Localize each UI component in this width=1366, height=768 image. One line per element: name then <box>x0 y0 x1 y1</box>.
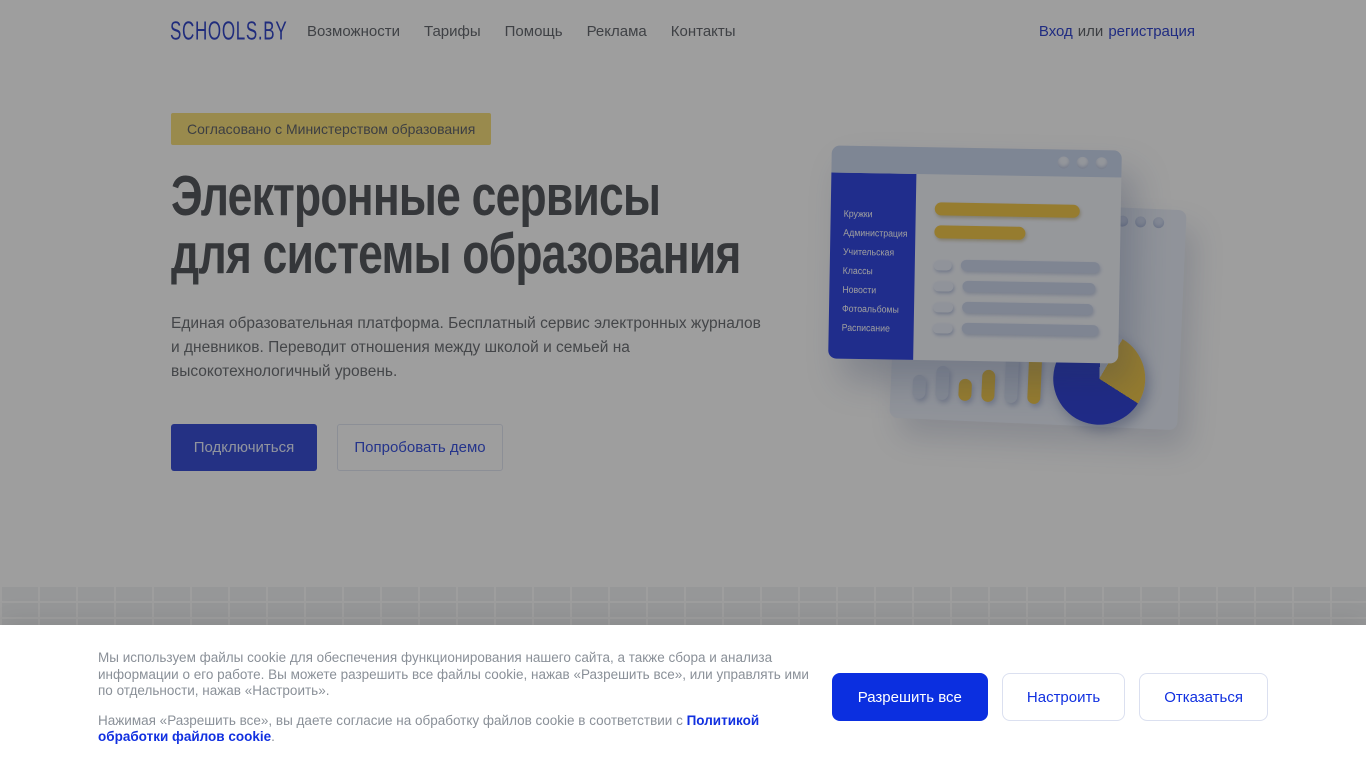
cookie-paragraph-1: Мы используем файлы cookie для обеспечен… <box>98 650 809 698</box>
cookie-consent-banner: Мы используем файлы cookie для обеспечен… <box>0 625 1366 768</box>
cookie-consent-text: Мы используем файлы cookie для обеспечен… <box>98 650 818 746</box>
cookie-buttons: Разрешить все Настроить Отказаться <box>831 673 1268 721</box>
decline-cookies-button[interactable]: Отказаться <box>1139 673 1268 721</box>
allow-all-cookies-button[interactable]: Разрешить все <box>831 673 988 721</box>
cookie-paragraph-2-text: Нажимая «Разрешить все», вы даете соглас… <box>98 712 687 728</box>
cookie-paragraph-2: Нажимая «Разрешить все», вы даете соглас… <box>98 713 818 746</box>
configure-cookies-button[interactable]: Настроить <box>1001 673 1126 721</box>
cookie-paragraph-2-period: . <box>271 729 275 744</box>
